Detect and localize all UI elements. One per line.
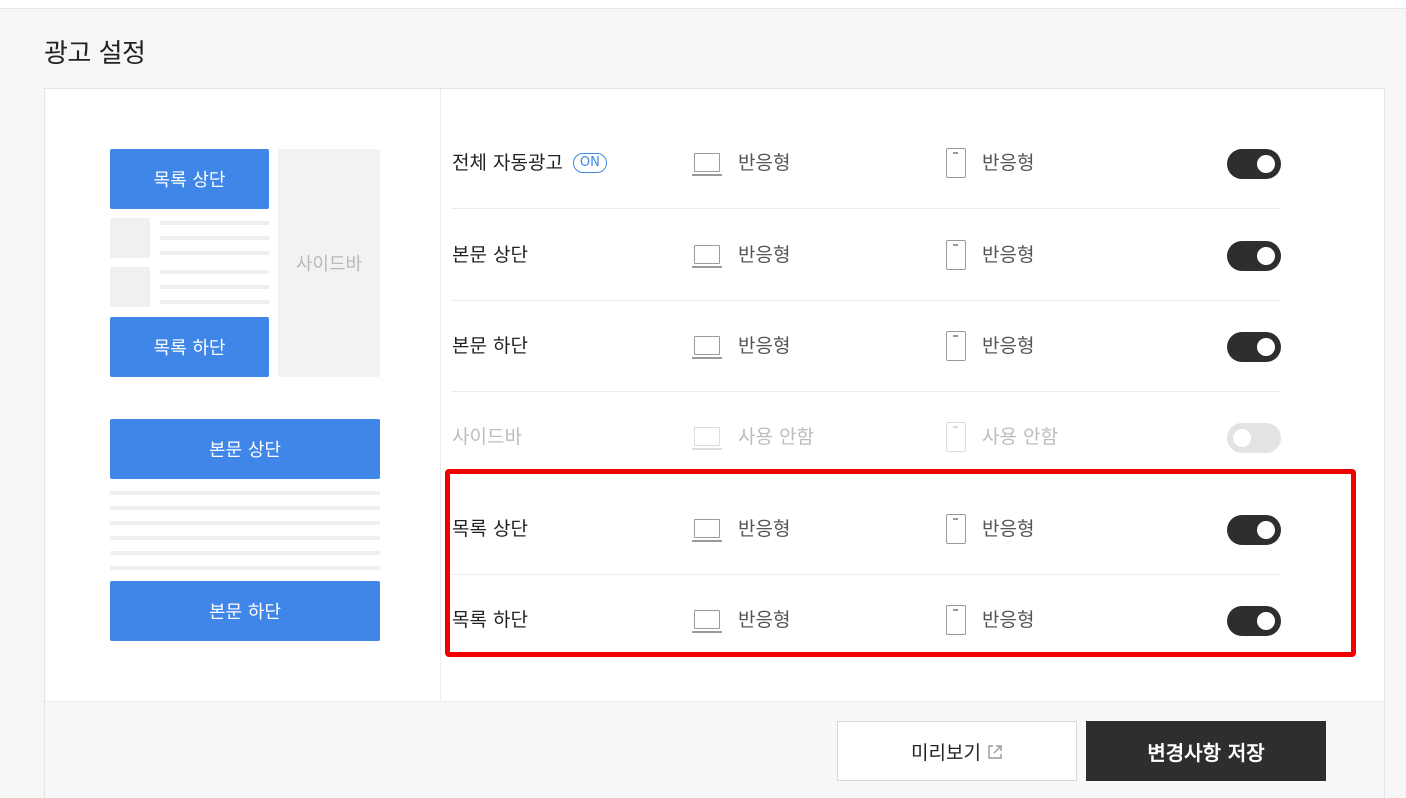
mobile-value: 반응형 bbox=[982, 609, 1035, 631]
mobile-value: 반응형 bbox=[982, 244, 1035, 266]
preview-line bbox=[160, 270, 269, 274]
preview-line bbox=[160, 221, 269, 225]
pc-value: 반응형 bbox=[738, 152, 791, 174]
ad-row-list-top: 목록 상단 반응형 반응형 bbox=[452, 483, 1281, 575]
row-name: 본문 하단 bbox=[452, 300, 528, 392]
row-name: 본문 상단 bbox=[452, 209, 528, 301]
row-name: 목록 상단 bbox=[452, 483, 528, 575]
ad-row-list-bottom: 목록 하단 반응형 반응형 bbox=[452, 574, 1281, 666]
preview-line bbox=[160, 251, 269, 255]
preview-line bbox=[160, 300, 269, 304]
mobile-value: 반응형 bbox=[982, 152, 1035, 174]
pc-icon bbox=[692, 243, 722, 269]
mobile-value: 반응형 bbox=[982, 518, 1035, 540]
preview-list-bottom: 목록 하단 bbox=[110, 317, 269, 377]
row-name: 전체 자동광고 ON bbox=[452, 117, 607, 209]
preview-line bbox=[110, 551, 380, 555]
preview-body-bottom: 본문 하단 bbox=[110, 581, 380, 641]
toggle-auto-ads[interactable] bbox=[1227, 149, 1281, 179]
preview-button[interactable]: 미리보기 bbox=[837, 721, 1077, 781]
row-label: 본문 상단 bbox=[452, 244, 528, 266]
toggle-sidebar[interactable] bbox=[1227, 423, 1281, 453]
pc-value: 반응형 bbox=[738, 518, 791, 540]
toggle-list-top[interactable] bbox=[1227, 515, 1281, 545]
mobile-icon bbox=[946, 605, 966, 635]
preview-line bbox=[110, 536, 380, 540]
pc-value: 사용 안함 bbox=[738, 426, 814, 448]
external-link-icon bbox=[987, 743, 1003, 759]
ad-row-auto: 전체 자동광고 ON 반응형 반응형 bbox=[452, 117, 1281, 209]
ad-row-body-top: 본문 상단 반응형 반응형 bbox=[452, 209, 1281, 301]
mobile-icon bbox=[946, 148, 966, 178]
pc-value: 반응형 bbox=[738, 335, 791, 357]
preview-line bbox=[110, 491, 380, 495]
mobile-icon bbox=[946, 514, 966, 544]
preview-thumbnail bbox=[110, 267, 150, 307]
pc-icon bbox=[692, 425, 722, 451]
preview-list-top: 목록 상단 bbox=[110, 149, 269, 209]
mobile-value: 사용 안함 bbox=[982, 426, 1058, 448]
preview-line bbox=[110, 566, 380, 570]
preview-line bbox=[160, 285, 269, 289]
preview-line bbox=[110, 506, 380, 510]
row-label: 본문 하단 bbox=[452, 335, 528, 357]
pc-value: 반응형 bbox=[738, 609, 791, 631]
toggle-body-bottom[interactable] bbox=[1227, 332, 1281, 362]
toggle-body-top[interactable] bbox=[1227, 241, 1281, 271]
pc-icon bbox=[692, 151, 722, 177]
preview-sidebar: 사이드바 bbox=[278, 149, 380, 377]
preview-thumbnail bbox=[110, 218, 150, 258]
pc-value: 반응형 bbox=[738, 244, 791, 266]
row-name: 사이드바 bbox=[452, 391, 522, 483]
row-label: 전체 자동광고 bbox=[452, 152, 563, 174]
preview-line bbox=[110, 521, 380, 525]
mobile-icon bbox=[946, 240, 966, 270]
save-button[interactable]: 변경사항 저장 bbox=[1086, 721, 1326, 781]
mobile-value: 반응형 bbox=[982, 335, 1035, 357]
row-label: 목록 상단 bbox=[452, 518, 528, 540]
row-label: 사이드바 bbox=[452, 426, 522, 448]
pc-icon bbox=[692, 608, 722, 634]
ad-row-sidebar: 사이드바 사용 안함 사용 안함 bbox=[452, 391, 1281, 483]
preview-button-label: 미리보기 bbox=[911, 741, 981, 764]
on-badge: ON bbox=[572, 153, 607, 173]
top-border bbox=[0, 0, 1406, 9]
row-name: 목록 하단 bbox=[452, 574, 528, 666]
preview-body-top: 본문 상단 bbox=[110, 419, 380, 479]
pc-icon bbox=[692, 517, 722, 543]
mobile-icon bbox=[946, 331, 966, 361]
row-label: 목록 하단 bbox=[452, 609, 528, 631]
ad-row-body-bottom: 본문 하단 반응형 반응형 bbox=[452, 300, 1281, 392]
pc-icon bbox=[692, 334, 722, 360]
page-title: 광고 설정 bbox=[44, 39, 146, 69]
toggle-list-bottom[interactable] bbox=[1227, 606, 1281, 636]
mobile-icon bbox=[946, 422, 966, 452]
preview-line bbox=[160, 236, 269, 240]
